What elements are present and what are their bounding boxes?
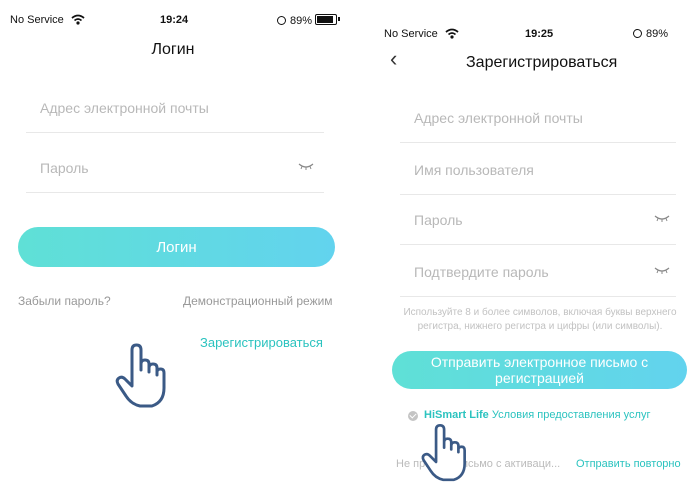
register-screen: No Service 19:25 89% ‹ Зарегистрироватьс… [380,0,691,486]
hand-pointer-icon [421,423,466,482]
terms-link[interactable]: HiSmart Life Условия предоставления услу… [424,409,650,421]
terms-text: Условия предоставления услуг [491,409,651,421]
email-field[interactable] [400,94,690,143]
password-hint: Используйте 8 и более символов, включая … [403,307,677,332]
terms-brand: HiSmart Life [424,409,489,421]
password-input[interactable] [414,196,690,244]
eye-closed-icon[interactable] [298,162,314,170]
battery-status: 89% [633,28,668,40]
login-screen: No Service 19:24 89% Логин Логин Забыли … [0,0,346,486]
email-field[interactable] [26,84,338,133]
username-input[interactable] [414,146,690,194]
orientation-lock-icon [633,29,642,38]
clock: 19:25 [525,28,554,40]
eye-closed-icon[interactable] [654,214,670,222]
hand-pointer-icon [115,343,166,408]
clock: 19:24 [160,14,189,26]
username-field[interactable] [400,146,690,195]
demo-mode-link[interactable]: Демонстрационный режим [183,294,333,308]
password-input[interactable] [40,144,338,192]
confirm-password-input[interactable] [414,248,690,296]
password-field[interactable] [26,144,338,193]
eye-closed-icon[interactable] [654,266,670,274]
orientation-lock-icon [277,16,286,25]
wifi-icon [445,28,459,39]
chevron-left-icon[interactable]: ‹ [390,46,397,72]
page-title: Зарегистрироваться [466,54,618,71]
confirm-password-field[interactable] [400,248,690,297]
wifi-icon [71,14,85,25]
login-button[interactable]: Логин [18,227,335,267]
forgot-password-link[interactable]: Забыли пароль? [18,294,111,308]
button-label-line2: регистрацией [495,370,584,386]
check-circle-icon[interactable] [408,411,418,421]
email-input[interactable] [40,84,338,132]
password-field[interactable] [400,196,690,245]
page-title: Логин [151,41,195,58]
send-registration-email-button[interactable]: Отправить электронное письмо с регистрац… [392,351,687,389]
button-label-line1: Отправить электронное письмо с [430,354,649,370]
carrier-label: No Service [10,14,85,26]
register-link[interactable]: Зарегистрироваться [200,335,323,350]
email-input[interactable] [414,94,690,142]
carrier-label: No Service [384,28,459,40]
battery-icon [315,14,341,25]
battery-status: 89% [277,14,341,27]
resend-link[interactable]: Отправить повторно [576,458,681,470]
